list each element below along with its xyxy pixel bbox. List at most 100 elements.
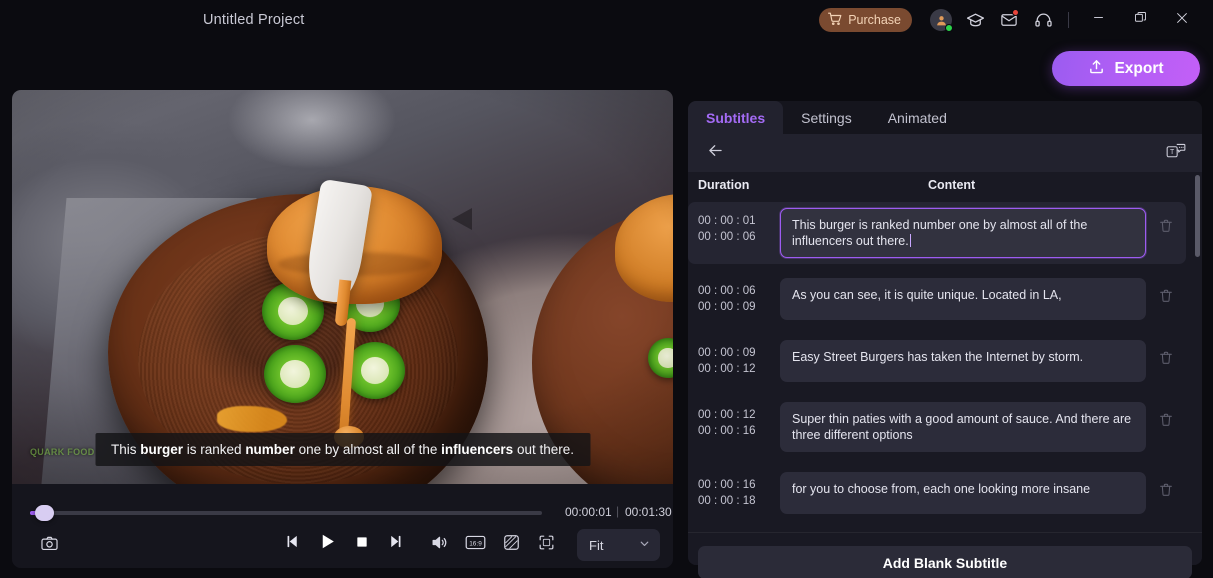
back-arrow-icon — [706, 141, 725, 165]
svg-text:T: T — [1170, 149, 1175, 156]
subtitle-duration: 00 : 00 : 06 00 : 00 : 09 — [688, 278, 780, 315]
tab-animated[interactable]: Animated — [870, 101, 965, 134]
messages-button[interactable] — [992, 0, 1026, 40]
online-status-dot — [945, 24, 953, 32]
subtitle-text-input[interactable]: As you can see, it is quite unique. Loca… — [780, 278, 1146, 320]
mask-button[interactable] — [502, 533, 521, 557]
subtitle-plain-text: This — [111, 442, 141, 457]
subtitle-text-value: for you to choose from, each one looking… — [792, 482, 1091, 496]
subtitle-plain-text: one by almost all of the — [294, 442, 442, 457]
trash-icon — [1158, 218, 1174, 239]
camera-icon — [40, 536, 59, 557]
add-blank-subtitle-button[interactable]: Add Blank Subtitle — [698, 546, 1192, 578]
fullscreen-icon — [537, 533, 556, 557]
purchase-button[interactable]: Purchase — [819, 8, 912, 32]
transport-buttons — [284, 532, 404, 556]
volume-button[interactable] — [430, 533, 449, 557]
subtitle-text-input[interactable]: This burger is ranked number one by almo… — [780, 208, 1146, 258]
next-frame-button[interactable] — [387, 533, 404, 555]
notification-badge — [1012, 9, 1019, 16]
triangle-logo-icon — [452, 208, 472, 230]
account-button[interactable] — [924, 0, 958, 40]
subtitle-end-time[interactable]: 00 : 00 : 06 — [698, 229, 780, 245]
tab-animated-label: Animated — [887, 109, 947, 126]
minimize-icon — [1091, 10, 1106, 30]
previous-frame-button[interactable] — [284, 533, 301, 555]
tab-settings-label: Settings — [801, 109, 852, 126]
subtitle-text-input[interactable]: Easy Street Burgers has taken the Intern… — [780, 340, 1146, 382]
minimize-button[interactable] — [1077, 0, 1119, 40]
graduation-cap-icon — [966, 11, 985, 30]
export-button[interactable]: Export — [1052, 51, 1200, 86]
subtitle-start-time[interactable]: 00 : 00 : 16 — [698, 477, 780, 493]
volume-icon — [430, 533, 449, 557]
titlebar-actions: Purchase — [819, 0, 1203, 40]
fit-mode-select[interactable]: Fit — [577, 529, 660, 561]
player-tool-buttons: 16:9 — [430, 533, 556, 557]
table-row[interactable]: 00 : 00 : 01 00 : 00 : 06 This burger is r… — [688, 202, 1186, 264]
play-icon — [318, 532, 337, 556]
batch-text-edit-button[interactable]: T — [1166, 142, 1186, 165]
cheese-drip — [217, 406, 287, 432]
panel-toolbar: T — [688, 134, 1202, 172]
purchase-label: Purchase — [848, 13, 901, 27]
subtitle-text-input[interactable]: for you to choose from, each one looking… — [780, 472, 1146, 514]
delete-subtitle-button[interactable] — [1146, 340, 1186, 371]
current-time: 00:00:01 — [565, 505, 612, 519]
table-row[interactable]: 00 : 00 : 09 00 : 00 : 12 Easy Street Burg… — [688, 334, 1186, 388]
column-header-duration: Duration — [698, 178, 750, 192]
subtitle-end-time[interactable]: 00 : 00 : 12 — [698, 361, 780, 377]
player-controls: 00:00:01 | 00:01:30 16:9 Fit — [12, 484, 673, 568]
subtitle-panel: Subtitles Settings Animated T Duration C… — [688, 101, 1202, 578]
maximize-button[interactable] — [1119, 0, 1161, 40]
trash-icon — [1158, 350, 1174, 371]
trash-icon — [1158, 482, 1174, 503]
previous-frame-icon — [284, 533, 301, 555]
support-button[interactable] — [1026, 0, 1060, 40]
table-row[interactable]: 00 : 00 : 16 00 : 00 : 18 for you to choos… — [688, 466, 1186, 520]
subtitle-end-time[interactable]: 00 : 00 : 16 — [698, 423, 780, 439]
subtitle-start-time[interactable]: 00 : 00 : 12 — [698, 407, 780, 423]
tab-subtitles[interactable]: Subtitles — [688, 101, 784, 134]
delete-subtitle-button[interactable] — [1146, 208, 1186, 239]
transport-row: 16:9 Fit — [12, 526, 673, 568]
subtitle-start-time[interactable]: 00 : 00 : 09 — [698, 345, 780, 361]
subtitle-overlay[interactable]: This burger is ranked number one by almo… — [95, 433, 590, 466]
snapshot-button[interactable] — [40, 534, 59, 558]
column-header-content: Content — [928, 178, 976, 192]
close-button[interactable] — [1161, 0, 1203, 40]
jalapeno-slice — [345, 342, 405, 399]
subtitle-start-time[interactable]: 00 : 00 : 01 — [698, 213, 780, 229]
table-row[interactable]: 00 : 00 : 12 00 : 00 : 16 Super thin patie… — [688, 396, 1186, 458]
aspect-ratio-button[interactable]: 16:9 — [465, 534, 486, 556]
table-row[interactable]: 00 : 00 : 06 00 : 00 : 09 As you can see, … — [688, 272, 1186, 326]
fullscreen-button[interactable] — [537, 533, 556, 557]
timeline-playhead-handle[interactable] — [35, 505, 55, 521]
back-button[interactable] — [706, 141, 725, 165]
panel-scrollbar[interactable] — [1195, 175, 1200, 257]
subtitle-start-time[interactable]: 00 : 00 : 06 — [698, 283, 780, 299]
subtitle-duration: 00 : 00 : 09 00 : 00 : 12 — [688, 340, 780, 377]
video-canvas[interactable]: QUARK FOOD This burger is ranked number … — [12, 90, 673, 484]
tutorials-button[interactable] — [958, 0, 992, 40]
subtitle-list[interactable]: 00 : 00 : 01 00 : 00 : 06 This burger is r… — [688, 202, 1202, 530]
delete-subtitle-button[interactable] — [1146, 278, 1186, 309]
play-button[interactable] — [318, 532, 337, 556]
subtitle-end-time[interactable]: 00 : 00 : 09 — [698, 299, 780, 315]
text-cursor — [909, 234, 911, 247]
panel-body: T Duration Content 00 : 00 : 01 00 : 00 :… — [688, 134, 1202, 578]
export-label: Export — [1114, 59, 1164, 77]
scrubber-row: 00:00:01 | 00:01:30 — [12, 494, 673, 521]
subtitle-text-input[interactable]: Super thin paties with a good amount of … — [780, 402, 1146, 452]
subtitle-end-time[interactable]: 00 : 00 : 18 — [698, 493, 780, 509]
timeline-scrubber[interactable] — [30, 505, 542, 521]
delete-subtitle-button[interactable] — [1146, 402, 1186, 433]
subtitle-text-value: This burger is ranked number one by almo… — [792, 218, 1088, 248]
delete-subtitle-button[interactable] — [1146, 472, 1186, 503]
tab-settings[interactable]: Settings — [783, 101, 870, 134]
add-blank-subtitle-label: Add Blank Subtitle — [882, 554, 1008, 571]
stop-button[interactable] — [354, 534, 370, 555]
upload-icon — [1088, 58, 1105, 80]
headset-icon — [1034, 11, 1053, 30]
title-bar: Untitled Project Purchase — [0, 0, 1213, 40]
